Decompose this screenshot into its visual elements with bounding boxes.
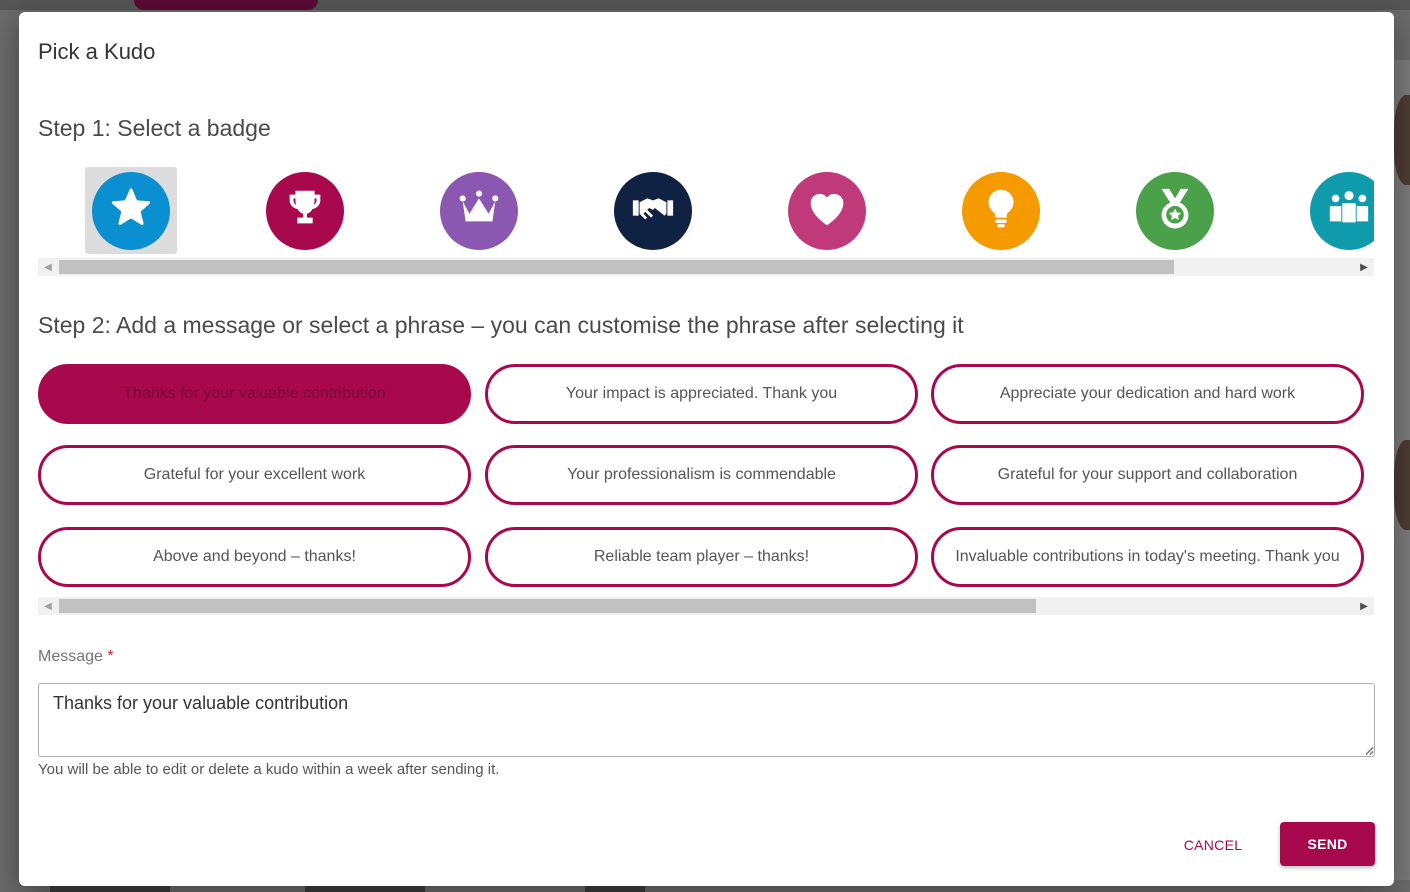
phrase-chip[interactable]: Grateful for your excellent work (38, 445, 471, 505)
message-field[interactable]: Thanks for your valuable contribution (38, 683, 1375, 757)
scroll-left-arrow-icon[interactable]: ◀ (38, 597, 58, 615)
badge-circle (92, 171, 170, 250)
badge-handshake[interactable] (607, 167, 699, 254)
badge-lightbulb[interactable] (955, 167, 1047, 254)
phrase-chip[interactable]: Invaluable contributions in today's meet… (931, 527, 1364, 587)
background-active-tab (134, 0, 318, 10)
edit-hint: You will be able to edit or delete a kud… (38, 761, 500, 778)
phrase-chip[interactable]: Thanks for your valuable contribution (38, 364, 471, 424)
badge-trophy[interactable] (259, 167, 351, 254)
star-icon (108, 185, 154, 236)
background-avatar (1394, 440, 1410, 530)
badge-strip-scrollbar[interactable]: ◀ ▶ (38, 258, 1374, 276)
badge-circle (1136, 171, 1214, 250)
phrase-chip[interactable]: Appreciate your dedication and hard work (931, 364, 1364, 424)
badge-medal[interactable] (1129, 167, 1221, 254)
step2-heading: Step 2: Add a message or select a phrase… (38, 312, 964, 338)
badge-circle (440, 171, 518, 250)
phrase-chip[interactable]: Your professionalism is commendable (485, 445, 918, 505)
lightbulb-icon (978, 185, 1024, 236)
scroll-right-arrow-icon[interactable]: ▶ (1354, 258, 1374, 276)
badge-crown[interactable] (433, 167, 525, 254)
heart-icon (804, 185, 850, 236)
dialog-title: Pick a Kudo (38, 39, 156, 64)
step1-heading: Step 1: Select a badge (38, 115, 271, 141)
badge-circle (1310, 171, 1374, 250)
medal-icon (1152, 185, 1198, 236)
badge-team[interactable] (1303, 167, 1374, 254)
badge-heart[interactable] (781, 167, 873, 254)
phrase-chip[interactable]: Above and beyond – thanks! (38, 527, 471, 587)
send-button[interactable]: SEND (1280, 822, 1375, 866)
scrollbar-thumb[interactable] (59, 599, 1036, 613)
message-label-text: Message (38, 648, 103, 665)
phrase-chip[interactable]: Your impact is appreciated. Thank you (485, 364, 918, 424)
background-avatar (1394, 95, 1410, 185)
phrase-chip[interactable]: Reliable team player – thanks! (485, 527, 918, 587)
scroll-right-arrow-icon[interactable]: ▶ (1354, 597, 1374, 615)
scroll-left-arrow-icon[interactable]: ◀ (38, 258, 58, 276)
team-icon (1326, 185, 1372, 236)
phrase-chip[interactable]: Grateful for your support and collaborat… (931, 445, 1364, 505)
kudo-dialog: Pick a Kudo Step 1: Select a badge ◀ ▶ S… (19, 12, 1394, 886)
cancel-button[interactable]: CANCEL (1169, 824, 1257, 866)
phrase-grid-scrollbar[interactable]: ◀ ▶ (38, 597, 1374, 615)
handshake-icon (630, 185, 676, 236)
badge-strip (38, 167, 1374, 259)
badge-circle (614, 171, 692, 250)
required-mark: * (107, 648, 114, 665)
message-label: Message * (38, 648, 114, 666)
resize-grip-icon[interactable] (1364, 745, 1374, 755)
scrollbar-thumb[interactable] (59, 260, 1174, 274)
trophy-icon (282, 185, 328, 236)
badge-circle (266, 171, 344, 250)
badge-star[interactable] (85, 167, 177, 254)
crown-icon (456, 185, 502, 236)
badge-circle (962, 171, 1040, 250)
badge-circle (788, 171, 866, 250)
